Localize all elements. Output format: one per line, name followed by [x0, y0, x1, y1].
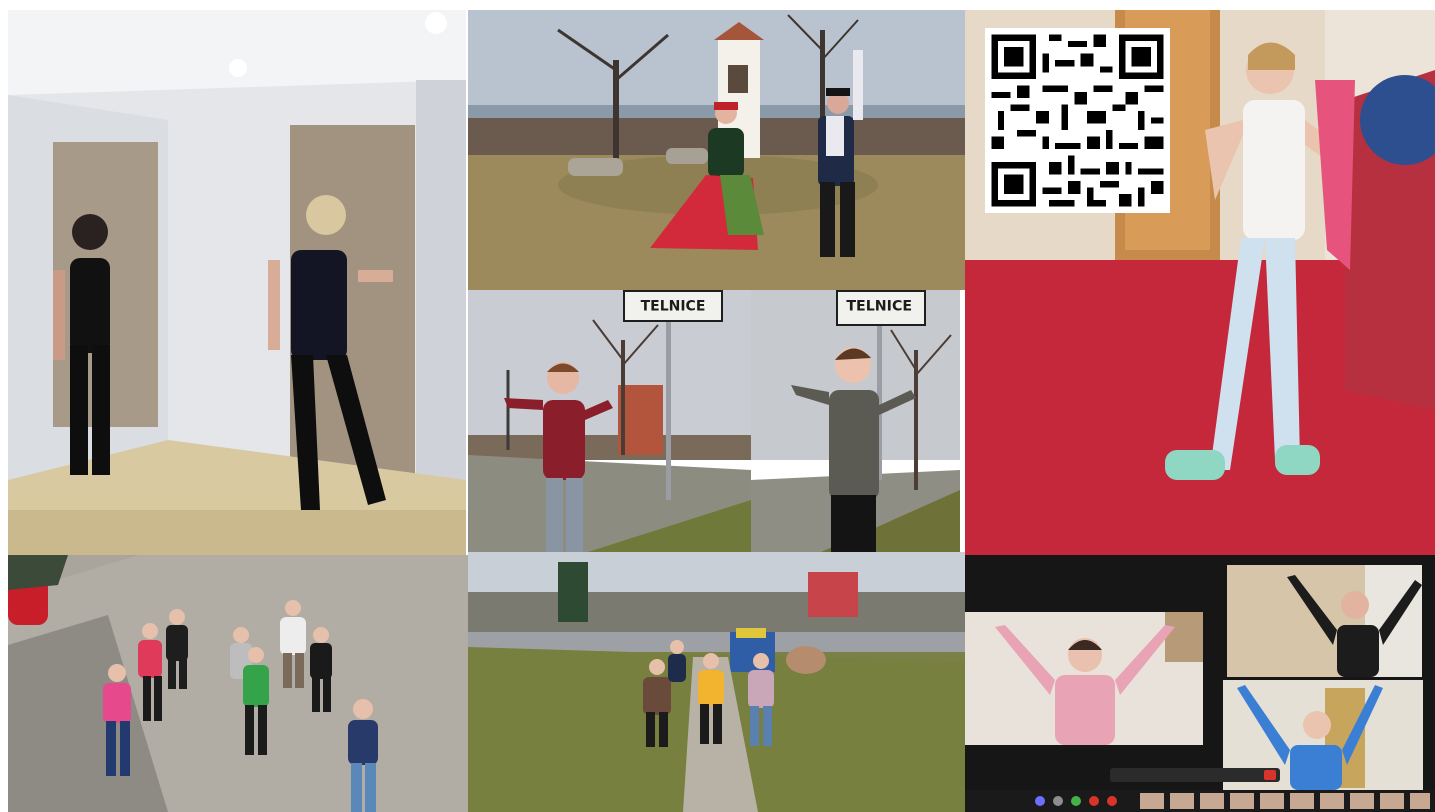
town-sign-right: TELNICE: [836, 290, 926, 326]
photo-girl-telnice-sign: TELNICE: [468, 290, 751, 552]
participant-thumbnail[interactable]: [1170, 793, 1194, 809]
dock-app-icon[interactable]: [1107, 796, 1117, 806]
dock-app-icon[interactable]: [1071, 796, 1081, 806]
photo-group-courtyard: [8, 555, 468, 812]
participant-thumbnail[interactable]: [1260, 793, 1284, 809]
participant-thumbnail[interactable]: [1200, 793, 1224, 809]
participant-thumbnail[interactable]: [1290, 793, 1314, 809]
photo-girl-dancing-carpet: [965, 10, 1435, 555]
town-sign-right-text: TELNICE: [846, 299, 912, 315]
dock-app-icon[interactable]: [1035, 796, 1045, 806]
participant-thumbnail[interactable]: [1140, 793, 1164, 809]
participant-thumbnail[interactable]: [1320, 793, 1344, 809]
photo-boy-telnice-sign: TELNICE: [751, 290, 960, 552]
photo-folk-costume-couple: [468, 10, 965, 290]
participant-thumbnail[interactable]: [1410, 793, 1430, 809]
photo-group-garden-path: [468, 552, 965, 812]
town-sign-left-text: TELNICE: [641, 298, 706, 314]
dock-app-icon[interactable]: [1089, 796, 1099, 806]
photo-video-call-grid: [965, 555, 1435, 812]
end-call-icon[interactable]: [1264, 770, 1276, 780]
photo-hallway-dancers: [8, 10, 466, 555]
app-dock: [965, 790, 1435, 812]
participant-thumbnail[interactable]: [1350, 793, 1374, 809]
call-toolbar[interactable]: [1110, 768, 1280, 782]
participant-thumbnail[interactable]: [1230, 793, 1254, 809]
participant-thumbnail[interactable]: [1380, 793, 1404, 809]
dock-app-icon[interactable]: [1053, 796, 1063, 806]
town-sign-left: TELNICE: [623, 290, 723, 322]
qr-code-icon: [985, 28, 1170, 213]
